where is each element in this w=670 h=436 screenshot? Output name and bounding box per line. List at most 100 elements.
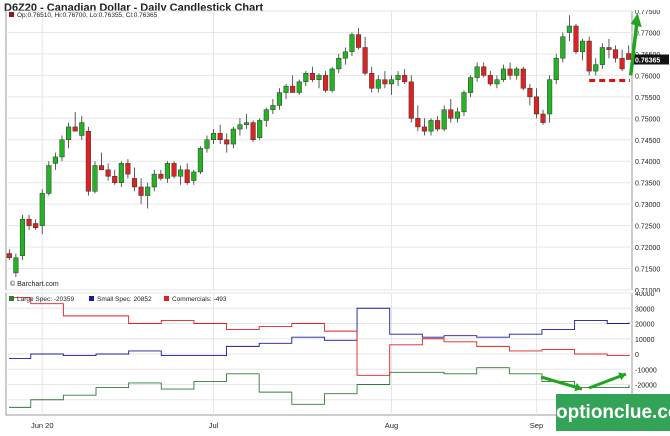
candle-body <box>336 58 341 69</box>
candle-body <box>495 80 500 84</box>
candle-body <box>521 69 526 88</box>
candle-body <box>106 170 111 176</box>
candle-body <box>514 69 519 75</box>
candle-body <box>86 131 91 191</box>
cot-legend-label: Large Spec: -20359 <box>17 296 74 303</box>
candle-body <box>93 166 98 192</box>
price-tick-label: 0.71500 <box>635 267 660 274</box>
candle-body <box>389 80 394 84</box>
price-tick-label: 0.73500 <box>635 181 660 188</box>
candle-body <box>60 140 65 157</box>
candle-body <box>317 75 322 79</box>
candle-body <box>251 123 256 140</box>
price-tick-label: 0.74500 <box>635 138 660 145</box>
candle-body <box>145 187 150 196</box>
candle-body <box>40 193 45 225</box>
candlestick-chart: 0.775000.770000.765000.760000.755000.750… <box>4 10 669 292</box>
candle-body <box>620 58 625 69</box>
candle-body <box>66 127 71 140</box>
candle-body <box>139 187 144 196</box>
candle-body <box>402 75 407 81</box>
candle-body <box>257 120 262 137</box>
x-tick-label: Aug <box>385 421 398 430</box>
x-tick-label: Jul <box>209 421 219 430</box>
cot-legend-label: Commercials: -493 <box>172 296 227 303</box>
candle-body <box>481 67 486 76</box>
candle-body <box>277 93 282 106</box>
candle-body <box>429 120 434 131</box>
candle-body <box>27 219 32 225</box>
candle-body <box>376 80 381 89</box>
candle-body <box>231 129 236 144</box>
candle-body <box>416 118 421 127</box>
candle-body <box>165 163 170 178</box>
cot-legend-label: Small Spec: 20852 <box>97 296 152 303</box>
cot-tick-label: -20000 <box>635 383 657 390</box>
cot-tick-label: 40000 <box>635 292 655 298</box>
candle-body <box>238 125 243 129</box>
cot-tick-label: 0 <box>635 352 639 359</box>
candle-body <box>264 110 269 121</box>
candle-body <box>20 219 25 255</box>
candle-body <box>7 254 12 258</box>
candle-body <box>396 75 401 79</box>
candle-body <box>468 78 473 93</box>
candle-body <box>132 178 137 187</box>
candle-body <box>112 176 117 182</box>
candle-body <box>159 174 164 178</box>
candle-body <box>224 140 229 144</box>
candle-body <box>152 174 157 187</box>
candle-body <box>442 110 447 129</box>
last-price-label: 0.76365 <box>635 58 660 65</box>
cot-legend-swatch <box>89 296 94 301</box>
price-tick-label: 0.77500 <box>635 10 660 16</box>
candle-body <box>126 163 131 174</box>
candle-body <box>185 170 190 183</box>
x-tick-label: Jun 20 <box>31 421 54 430</box>
candle-body <box>448 110 453 119</box>
candle-body <box>501 69 506 80</box>
candle-body <box>574 26 579 52</box>
candle-body <box>119 163 124 182</box>
candle-body <box>343 52 348 58</box>
candle-body <box>409 82 414 118</box>
candle-body <box>284 86 289 92</box>
price-plot-area <box>6 11 632 290</box>
candle-body <box>363 47 368 73</box>
candle-body <box>356 35 361 48</box>
candle-body <box>330 69 335 90</box>
candle-body <box>587 41 592 71</box>
candle-body <box>244 123 249 125</box>
ohlc-swatch <box>9 12 14 17</box>
price-tick-label: 0.76000 <box>635 73 660 80</box>
candle-body <box>218 133 223 139</box>
candle-body <box>475 67 480 78</box>
candle-body <box>198 148 203 172</box>
candle-body <box>534 97 539 114</box>
candle-body <box>310 73 315 79</box>
candle-body <box>290 86 295 92</box>
candle-body <box>33 223 38 227</box>
candle-body <box>191 172 196 181</box>
candle-body <box>271 105 276 109</box>
ohlc-label: Op:0.76510, Hi:0.76700, Lo:0.76355, Cl:0… <box>17 12 158 19</box>
candle-body <box>383 80 388 84</box>
candle-body <box>14 258 19 273</box>
x-tick-label: Sep <box>530 421 543 430</box>
candle-body <box>211 133 216 139</box>
cot-legend-swatch <box>164 296 169 301</box>
candle-body <box>626 53 631 59</box>
candle-body <box>172 163 177 176</box>
candle-body <box>561 37 566 58</box>
candle-body <box>205 140 210 149</box>
candle-body <box>178 170 183 176</box>
candle-body <box>528 88 533 97</box>
cot-tick-label: 10000 <box>635 337 655 344</box>
candle-body <box>422 127 427 131</box>
cot-legend-swatch <box>9 296 14 301</box>
candle-body <box>323 75 328 90</box>
candle-body <box>462 93 467 112</box>
price-tick-label: 0.77000 <box>635 30 660 37</box>
candle-body <box>488 75 493 84</box>
candle-body <box>369 73 374 88</box>
